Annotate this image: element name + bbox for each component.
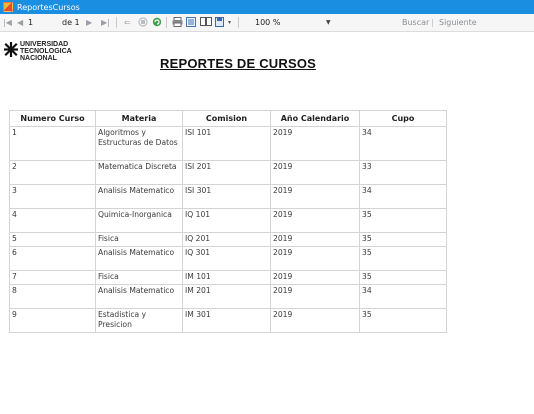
cupo-cell: 35: [359, 246, 447, 271]
window-titlebar: ReportesCursos: [0, 0, 534, 14]
column-header-numero-curso: Numero Curso: [9, 110, 96, 127]
materia-cell: Analisis Matematico: [95, 284, 183, 309]
table-row: 9 Estadistica y Presicion IM 301 2019 35: [9, 308, 447, 333]
column-header-materia: Materia: [95, 110, 183, 127]
refresh-icon[interactable]: [152, 17, 162, 27]
anio-cell: 2019: [270, 270, 360, 285]
numero-cell: 6: [9, 246, 96, 271]
column-header-comision: Comision: [182, 110, 271, 127]
table-row: 2 Matematica Discreta ISI 201 2019 33: [9, 160, 447, 185]
cupo-cell: 35: [359, 232, 447, 247]
chevron-down-icon[interactable]: ▼: [326, 17, 331, 28]
utn-logo-icon: [4, 42, 18, 57]
cupo-cell: 35: [359, 208, 447, 233]
find-link[interactable]: Buscar: [402, 17, 429, 28]
table-header-row: Numero Curso Materia Comision Año Calend…: [9, 110, 447, 127]
materia-cell: Analisis Matematico: [95, 184, 183, 209]
app-icon: [3, 2, 13, 12]
comision-cell: ISI 201: [182, 160, 271, 185]
numero-cell: 5: [9, 232, 96, 247]
cupo-cell: 34: [359, 184, 447, 209]
materia-cell: Fisica: [95, 270, 183, 285]
cupo-cell: 34: [359, 126, 447, 161]
comision-cell: IQ 201: [182, 232, 271, 247]
first-page-icon[interactable]: |◀: [3, 17, 12, 28]
toolbar-separator: [116, 17, 117, 28]
comision-cell: IM 101: [182, 270, 271, 285]
materia-cell: Estadistica y Presicion: [95, 308, 183, 333]
numero-cell: 9: [9, 308, 96, 333]
anio-cell: 2019: [270, 284, 360, 309]
report-title: REPORTES DE CURSOS: [160, 56, 317, 71]
comision-cell: IQ 301: [182, 246, 271, 271]
anio-cell: 2019: [270, 232, 360, 247]
logo-line-1: UNIVERSIDAD: [20, 41, 69, 48]
courses-table: Numero Curso Materia Comision Año Calend…: [9, 110, 447, 333]
toolbar-separator: [166, 17, 167, 28]
numero-cell: 4: [9, 208, 96, 233]
find-next-link[interactable]: Siguiente: [439, 17, 477, 28]
table-row: 4 Quimica-Inorganica IQ 101 2019 35: [9, 208, 447, 233]
report-toolbar: |◀ ◀ 1 de 1 ▶ ▶| ⇐ ▾ 100 % ▼ Buscar | Si…: [0, 14, 534, 32]
table-row: 6 Analisis Matematico IQ 301 2019 35: [9, 246, 447, 271]
anio-cell: 2019: [270, 184, 360, 209]
materia-cell: Matematica Discreta: [95, 160, 183, 185]
cupo-cell: 35: [359, 270, 447, 285]
comision-cell: IM 201: [182, 284, 271, 309]
page-setup-icon[interactable]: [200, 17, 212, 27]
table-row: 1 Algoritmos y Estructuras de Datos ISI …: [9, 126, 447, 161]
stop-icon[interactable]: [138, 17, 148, 27]
export-dropdown-icon[interactable]: ▾: [228, 17, 231, 28]
numero-cell: 1: [9, 126, 96, 161]
anio-cell: 2019: [270, 208, 360, 233]
anio-cell: 2019: [270, 126, 360, 161]
print-icon[interactable]: [172, 17, 183, 27]
comision-cell: ISI 301: [182, 184, 271, 209]
cupo-cell: 35: [359, 308, 447, 333]
materia-cell: Fisica: [95, 232, 183, 247]
table-row: 3 Analisis Matematico ISI 301 2019 34: [9, 184, 447, 209]
comision-cell: ISI 101: [182, 126, 271, 161]
logo-text: UNIVERSIDAD TECNOLOGICA NACIONAL: [20, 41, 72, 62]
university-logo: UNIVERSIDAD TECNOLOGICA NACIONAL: [4, 40, 96, 70]
table-row: 8 Analisis Matematico IM 201 2019 34: [9, 284, 447, 309]
numero-cell: 3: [9, 184, 96, 209]
materia-cell: Analisis Matematico: [95, 246, 183, 271]
toolbar-separator: [238, 17, 239, 28]
table-row: 5 Fisica IQ 201 2019 35: [9, 232, 447, 247]
toolbar-divider: |: [431, 18, 434, 27]
export-icon[interactable]: [215, 17, 225, 27]
numero-cell: 2: [9, 160, 96, 185]
back-icon[interactable]: ⇐: [124, 17, 131, 28]
table-row: 7 Fisica IM 101 2019 35: [9, 270, 447, 285]
logo-line-2: TECNOLOGICA: [20, 48, 72, 55]
zoom-select[interactable]: 100 %: [255, 17, 331, 28]
window-title: ReportesCursos: [17, 2, 80, 12]
last-page-icon[interactable]: ▶|: [101, 17, 110, 28]
current-page-input[interactable]: 1: [28, 17, 52, 28]
logo-line-3: NACIONAL: [20, 55, 57, 62]
anio-cell: 2019: [270, 308, 360, 333]
numero-cell: 8: [9, 284, 96, 309]
cupo-cell: 34: [359, 284, 447, 309]
previous-page-icon[interactable]: ◀: [17, 17, 23, 28]
column-header-cupo: Cupo: [359, 110, 447, 127]
column-header-anio-calendario: Año Calendario: [270, 110, 360, 127]
numero-cell: 7: [9, 270, 96, 285]
print-layout-icon[interactable]: [186, 17, 196, 27]
materia-cell: Algoritmos y Estructuras de Datos: [95, 126, 183, 161]
cupo-cell: 33: [359, 160, 447, 185]
comision-cell: IM 301: [182, 308, 271, 333]
next-page-icon[interactable]: ▶: [86, 17, 92, 28]
materia-cell: Quimica-Inorganica: [95, 208, 183, 233]
comision-cell: IQ 101: [182, 208, 271, 233]
anio-cell: 2019: [270, 246, 360, 271]
anio-cell: 2019: [270, 160, 360, 185]
page-count-label: de 1: [62, 18, 80, 27]
